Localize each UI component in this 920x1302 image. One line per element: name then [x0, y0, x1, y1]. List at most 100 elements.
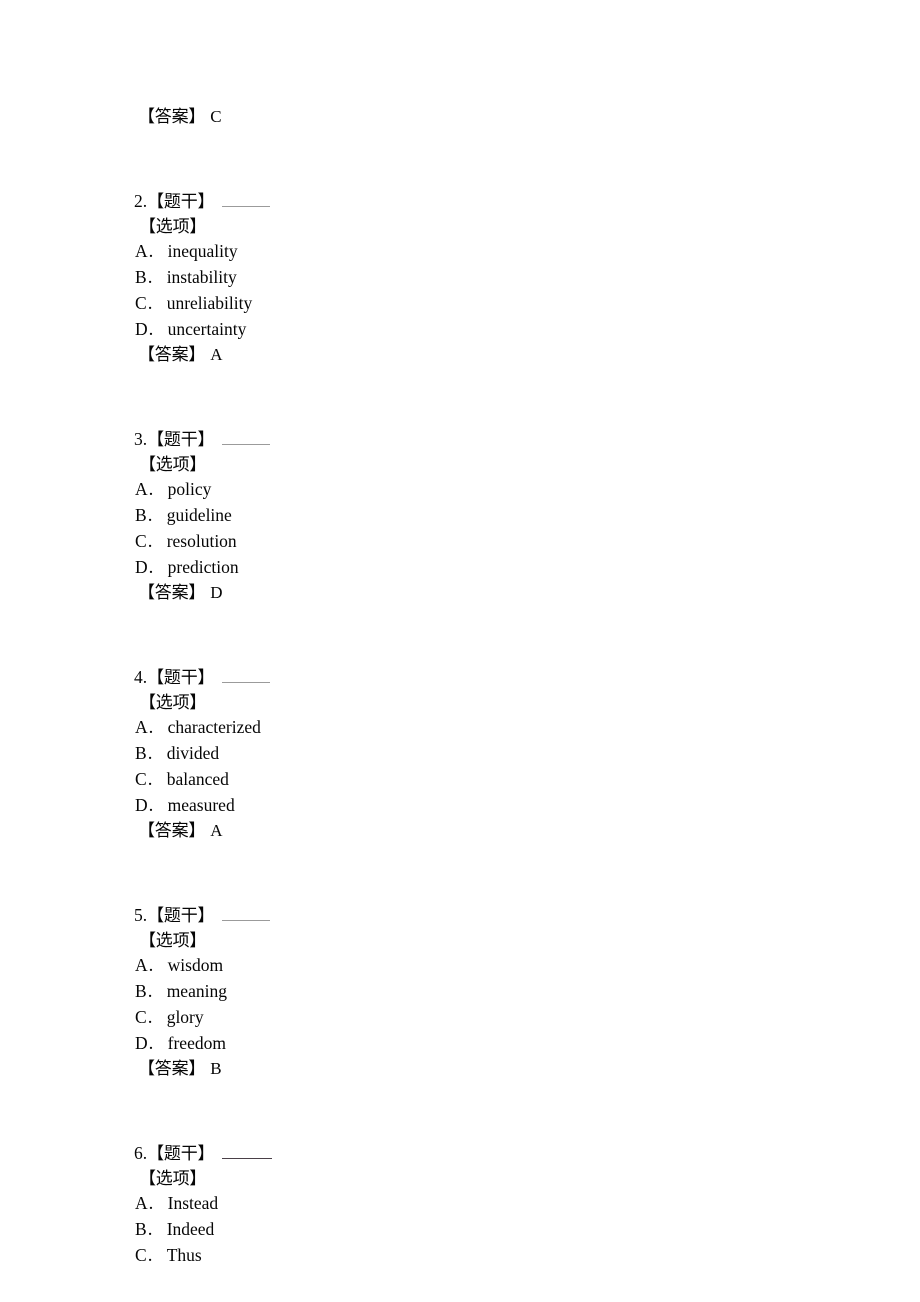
options-label-text: 【选项】 [139, 931, 207, 951]
option-row[interactable]: A ． policy [134, 477, 834, 503]
answer-value: D [210, 583, 223, 602]
document-page: 【答案】 C 2. 【题干】 【选项】 A ． inequality B ． i… [0, 0, 920, 1302]
option-letter: D [135, 319, 148, 339]
option-text: Indeed [166, 1219, 215, 1239]
option-dot: ． [146, 747, 161, 763]
option-dot: ． [146, 271, 161, 287]
answer-label: 【答案】 [138, 1059, 206, 1079]
option-letter: D [135, 1033, 148, 1053]
option-letter: A [135, 241, 148, 261]
option-letter: A [135, 955, 148, 975]
question-number: 3. [134, 429, 148, 449]
option-dot: ． [147, 245, 162, 261]
answer-label: 【答案】 [138, 583, 206, 603]
question-stem-line: 4. 【题干】 [134, 665, 834, 690]
option-dot: ． [146, 509, 161, 525]
option-row[interactable]: D ． uncertainty [134, 317, 834, 343]
answer-line: 【答案】 B [134, 1057, 834, 1081]
stem-label: 【题干】 [147, 668, 215, 688]
answer-label: 【答案】 [138, 107, 206, 127]
options-label: 【选项】 [134, 690, 834, 715]
option-text: prediction [167, 557, 239, 577]
stem-label: 【题干】 [147, 430, 215, 450]
answer-value: A [210, 345, 223, 364]
answer-line: 【答案】 A [134, 343, 834, 367]
options-label: 【选项】 [134, 928, 834, 953]
option-text: meaning [166, 981, 227, 1001]
option-letter: B [135, 981, 147, 1001]
option-row[interactable]: A ． Instead [134, 1191, 834, 1217]
option-dot: ． [146, 535, 161, 551]
option-row[interactable]: A ． inequality [134, 239, 834, 265]
document-body: 【答案】 C 2. 【题干】 【选项】 A ． inequality B ． i… [134, 105, 834, 1269]
option-row[interactable]: B ． meaning [134, 979, 834, 1005]
option-dot: ． [147, 1037, 162, 1053]
answer-value: A [210, 821, 223, 840]
option-dot: ． [146, 1223, 161, 1239]
answer-value: C [210, 107, 222, 126]
option-letter: A [135, 717, 148, 737]
answer-label: 【答案】 [138, 345, 206, 365]
option-row[interactable]: C ． balanced [134, 767, 834, 793]
option-row[interactable]: C ． resolution [134, 529, 834, 555]
option-row[interactable]: B ． guideline [134, 503, 834, 529]
options-label: 【选项】 [134, 452, 834, 477]
blank-underline [222, 682, 271, 683]
option-text: Thus [166, 1245, 202, 1265]
option-text: guideline [166, 505, 232, 525]
option-text: instability [166, 267, 237, 287]
option-text: inequality [167, 241, 238, 261]
option-text: divided [166, 743, 220, 763]
option-row[interactable]: C ． Thus [134, 1243, 834, 1269]
question-number: 4. [134, 667, 148, 687]
options-label: 【选项】 [134, 1166, 834, 1191]
option-row[interactable]: C ． unreliability [134, 291, 834, 317]
blank-underline [222, 206, 271, 207]
question-stem-line: 2. 【题干】 [134, 189, 834, 214]
options-label: 【选项】 [134, 214, 834, 239]
option-text: policy [167, 479, 212, 499]
option-row[interactable]: D ． prediction [134, 555, 834, 581]
option-dot: ． [147, 799, 162, 815]
question-stem-line: 6. 【题干】 [134, 1141, 834, 1166]
blank-underline [222, 920, 271, 921]
blank-underline [222, 1158, 273, 1159]
option-row[interactable]: A ． wisdom [134, 953, 834, 979]
question-number: 2. [134, 191, 148, 211]
option-text: balanced [166, 769, 229, 789]
option-dot: ． [146, 773, 161, 789]
option-text: freedom [167, 1033, 226, 1053]
answer-line: 【答案】 D [134, 581, 834, 605]
option-row[interactable]: C ． glory [134, 1005, 834, 1031]
option-row[interactable]: A ． characterized [134, 715, 834, 741]
option-dot: ． [146, 297, 161, 313]
blank-underline [222, 444, 271, 445]
option-text: wisdom [167, 955, 224, 975]
question-block: 2. 【题干】 【选项】 A ． inequality B ． instabil… [134, 189, 834, 367]
options-label-text: 【选项】 [139, 217, 207, 237]
option-letter: B [135, 267, 147, 287]
leading-answer-line: 【答案】 C [134, 105, 834, 129]
option-text: resolution [166, 531, 237, 551]
option-letter: C [135, 1007, 147, 1027]
option-row[interactable]: B ． Indeed [134, 1217, 834, 1243]
option-row[interactable]: B ． divided [134, 741, 834, 767]
option-row[interactable]: D ． freedom [134, 1031, 834, 1057]
options-label-text: 【选项】 [139, 1169, 207, 1189]
option-row[interactable]: B ． instability [134, 265, 834, 291]
option-text: uncertainty [167, 319, 247, 339]
question-stem-line: 5. 【题干】 [134, 903, 834, 928]
option-dot: ． [146, 985, 161, 1001]
stem-label: 【题干】 [147, 1144, 215, 1164]
option-dot: ． [147, 721, 162, 737]
option-dot: ． [147, 323, 162, 339]
option-letter: B [135, 743, 147, 763]
answer-value: B [210, 1059, 222, 1078]
question-block: 5. 【题干】 【选项】 A ． wisdom B ． meaning C ． … [134, 903, 834, 1081]
option-letter: B [135, 505, 147, 525]
option-dot: ． [146, 1011, 161, 1027]
option-text: measured [167, 795, 235, 815]
option-text: Instead [167, 1193, 219, 1213]
stem-label: 【题干】 [147, 192, 215, 212]
option-row[interactable]: D ． measured [134, 793, 834, 819]
